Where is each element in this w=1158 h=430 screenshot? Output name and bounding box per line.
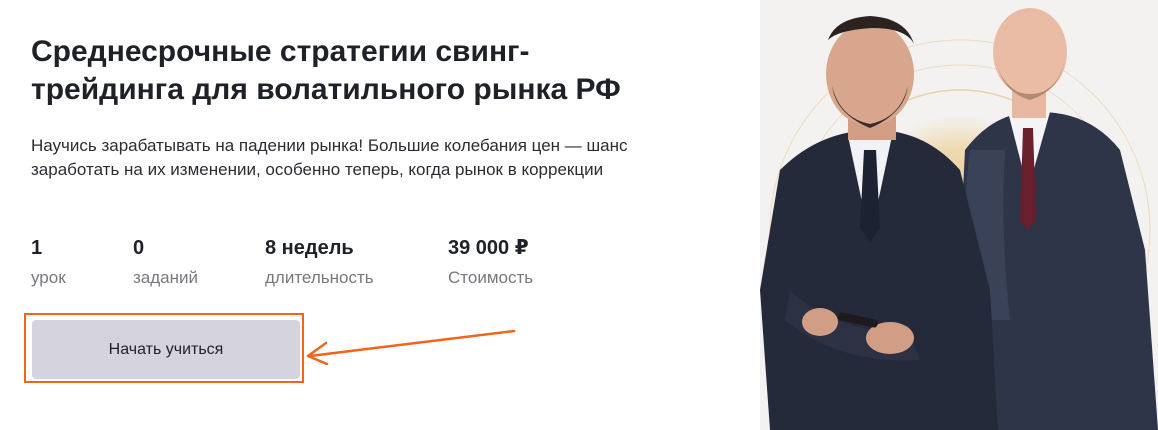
course-info: Среднесрочные стратегии свинг-трейдинга … xyxy=(0,0,760,430)
stat-lessons: 1 урок xyxy=(31,236,66,290)
instructors-photo xyxy=(760,0,1158,430)
course-description: Научись зарабатывать на падении рынка! Б… xyxy=(31,136,628,179)
stat-tasks: 0 заданий xyxy=(133,236,198,290)
instructors-illustration xyxy=(760,0,1158,430)
stat-price: 39 000 ₽ Стоимость xyxy=(448,236,533,290)
stat-label: заданий xyxy=(133,268,199,287)
start-learning-button[interactable]: Начать учиться xyxy=(32,320,300,379)
stat-value: 8 недель xyxy=(265,237,354,259)
arrow-left-icon xyxy=(306,329,516,365)
stat-duration: 8 недель длительность xyxy=(265,236,374,290)
stat-value: 39 000 ₽ xyxy=(448,237,529,259)
course-title: Среднесрочные стратегии свинг-трейдинга … xyxy=(31,35,621,106)
stat-label: длительность xyxy=(265,268,374,287)
stat-value: 0 xyxy=(133,237,145,259)
stat-value: 1 xyxy=(31,237,43,259)
stat-label: урок xyxy=(31,268,66,287)
stat-label: Стоимость xyxy=(448,268,534,287)
